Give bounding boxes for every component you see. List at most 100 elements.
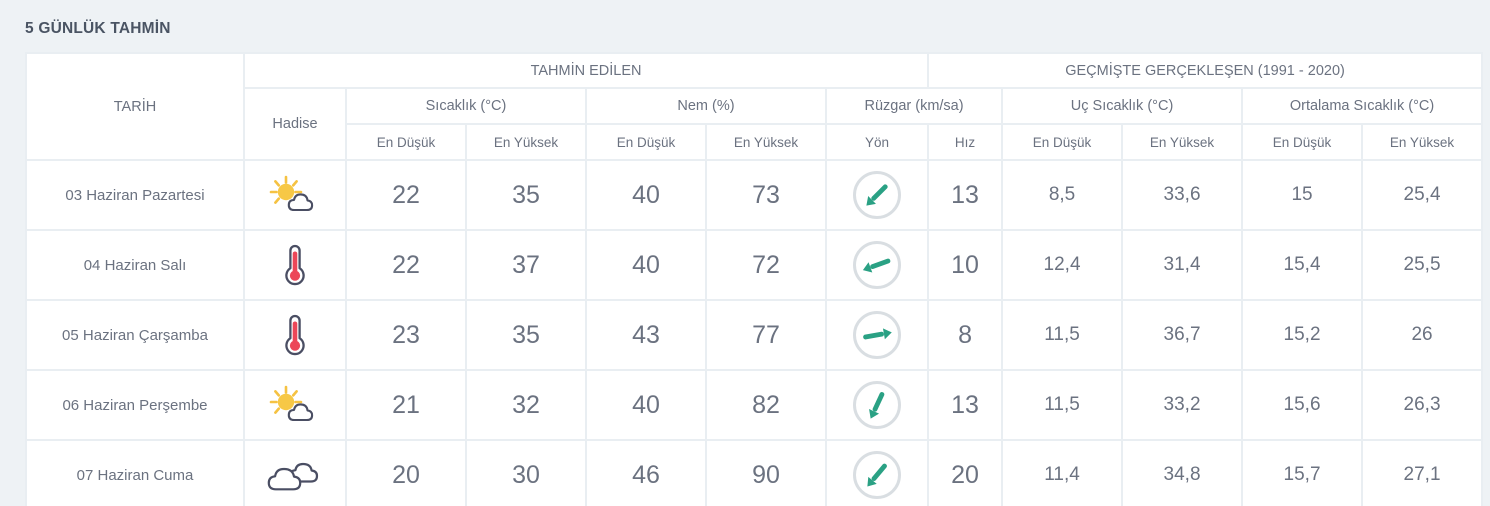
row-wind-direction-cell: [827, 231, 928, 299]
row-weather-icon-cell: [245, 371, 345, 439]
row-average-low: 15,6: [1243, 371, 1362, 439]
row-temp-high: 35: [467, 161, 585, 229]
table-row[interactable]: 03 Haziran Pazartesi 22 35 40 73 13 8,5: [27, 161, 1482, 229]
header-average-low: En Düşük: [1243, 125, 1362, 159]
row-extreme-high: 34,8: [1123, 441, 1242, 506]
row-humidity-high: 90: [707, 441, 825, 506]
row-average-high: 25,4: [1363, 161, 1482, 229]
row-humidity-low: 40: [587, 231, 705, 299]
header-humidity-low: En Düşük: [587, 125, 705, 159]
row-weather-icon-cell: [245, 441, 345, 506]
wind-direction-icon: [853, 451, 902, 499]
row-extreme-high: 36,7: [1123, 301, 1242, 369]
row-extreme-low: 12,4: [1003, 231, 1122, 299]
header-sub-humidity: Nem (%): [587, 89, 825, 123]
row-humidity-high: 73: [707, 161, 825, 229]
row-date: 03 Haziran Pazartesi: [27, 161, 243, 229]
row-humidity-low: 40: [587, 371, 705, 439]
row-extreme-low: 11,4: [1003, 441, 1122, 506]
thermometer-icon: [285, 244, 305, 286]
row-extreme-high: 31,4: [1123, 231, 1242, 299]
header-temp-low: En Düşük: [347, 125, 465, 159]
row-humidity-high: 82: [707, 371, 825, 439]
header-tarih: TARİH: [27, 54, 243, 159]
row-date: 06 Haziran Perşembe: [27, 371, 243, 439]
sun-behind-cloud-icon: [245, 371, 345, 439]
forecast-page: 5 GÜNLÜK TAHMİN TARİH TAHMİN EDİLEN GEÇM…: [0, 0, 1490, 506]
header-wind-direction: Yön: [827, 125, 928, 159]
header-sub-average-temperature: Ortalama Sıcaklık (°C): [1243, 89, 1482, 123]
sun-behind-cloud-icon: [269, 385, 314, 422]
row-wind-direction-cell: [827, 371, 928, 439]
wind-direction-icon: [853, 311, 902, 359]
row-humidity-low: 40: [587, 161, 705, 229]
row-date: 04 Haziran Salı: [27, 231, 243, 299]
row-wind-speed: 20: [929, 441, 1002, 506]
arrow-southwest-icon: [827, 161, 927, 229]
row-date: 05 Haziran Çarşamba: [27, 301, 243, 369]
row-extreme-high: 33,2: [1123, 371, 1242, 439]
table-row[interactable]: 06 Haziran Perşembe 21 32 40 82 13 11,5: [27, 371, 1482, 439]
row-temp-high: 30: [467, 441, 585, 506]
row-weather-icon-cell: [245, 301, 345, 369]
header-wind-speed: Hız: [929, 125, 1002, 159]
row-average-high: 26,3: [1363, 371, 1482, 439]
header-sub-extreme-temperature: Uç Sıcaklık (°C): [1003, 89, 1242, 123]
row-wind-speed: 8: [929, 301, 1002, 369]
header-temp-high: En Yüksek: [467, 125, 585, 159]
cloudy-icon: [245, 441, 345, 506]
arrow-southwest-icon: [827, 441, 927, 506]
row-extreme-low: 8,5: [1003, 161, 1122, 229]
table-row[interactable]: 04 Haziran Salı 22 37 40 72 10 12,4 31,4…: [27, 231, 1482, 299]
row-wind-speed: 10: [929, 231, 1002, 299]
row-temp-high: 32: [467, 371, 585, 439]
row-average-high: 25,5: [1363, 231, 1482, 299]
arrow-south-southwest-icon: [827, 371, 927, 439]
row-average-low: 15,2: [1243, 301, 1362, 369]
row-weather-icon-cell: [245, 231, 345, 299]
sun-behind-cloud-icon: [245, 161, 345, 229]
row-extreme-high: 33,6: [1123, 161, 1242, 229]
row-humidity-low: 46: [587, 441, 705, 506]
row-wind-direction-cell: [827, 301, 928, 369]
wind-direction-icon: [853, 381, 902, 429]
row-wind-speed: 13: [929, 371, 1002, 439]
header-group-forecast: TAHMİN EDİLEN: [245, 54, 928, 87]
header-average-high: En Yüksek: [1363, 125, 1482, 159]
row-temp-high: 35: [467, 301, 585, 369]
forecast-table-container: TARİH TAHMİN EDİLEN GEÇMİŞTE GERÇEKLEŞEN…: [25, 52, 1484, 506]
row-temp-low: 22: [347, 231, 465, 299]
header-sub-row: Hadise Sıcaklık (°C) Nem (%) Rüzgar (km/…: [27, 89, 1482, 159]
row-humidity-high: 72: [707, 231, 825, 299]
page-title: 5 GÜNLÜK TAHMİN: [25, 20, 171, 37]
header-group-history: GEÇMİŞTE GERÇEKLEŞEN (1991 - 2020): [929, 54, 1482, 87]
row-humidity-high: 77: [707, 301, 825, 369]
row-extreme-low: 11,5: [1003, 371, 1122, 439]
header-extreme-high: En Yüksek: [1123, 125, 1242, 159]
thermometer-icon: [245, 301, 345, 369]
sun-behind-cloud-icon: [269, 175, 314, 212]
row-temp-low: 21: [347, 371, 465, 439]
row-average-high: 27,1: [1363, 441, 1482, 506]
row-average-high: 26: [1363, 301, 1482, 369]
wind-direction-icon: [853, 171, 902, 219]
row-extreme-low: 11,5: [1003, 301, 1122, 369]
row-average-low: 15: [1243, 161, 1362, 229]
header-group-row: TARİH TAHMİN EDİLEN GEÇMİŞTE GERÇEKLEŞEN…: [27, 54, 1482, 159]
thermometer-icon: [245, 231, 345, 299]
row-temp-low: 23: [347, 301, 465, 369]
header-sub-temperature: Sıcaklık (°C): [347, 89, 585, 123]
table-row[interactable]: 07 Haziran Cuma 20 30 46 90 20 11,4 34,8…: [27, 441, 1482, 506]
table-row[interactable]: 05 Haziran Çarşamba 23 35 43 77 8 11,5 3…: [27, 301, 1482, 369]
row-wind-direction-cell: [827, 161, 928, 229]
row-average-low: 15,4: [1243, 231, 1362, 299]
thermometer-icon: [285, 314, 305, 356]
header-hadise: Hadise: [245, 89, 345, 159]
row-temp-low: 22: [347, 161, 465, 229]
arrow-west-southwest-icon: [827, 231, 927, 299]
forecast-table: TARİH TAHMİN EDİLEN GEÇMİŞTE GERÇEKLEŞEN…: [25, 52, 1484, 506]
header-sub-wind: Rüzgar (km/sa): [827, 89, 1002, 123]
row-average-low: 15,7: [1243, 441, 1362, 506]
cloudy-icon: [267, 462, 319, 491]
row-temp-high: 37: [467, 231, 585, 299]
